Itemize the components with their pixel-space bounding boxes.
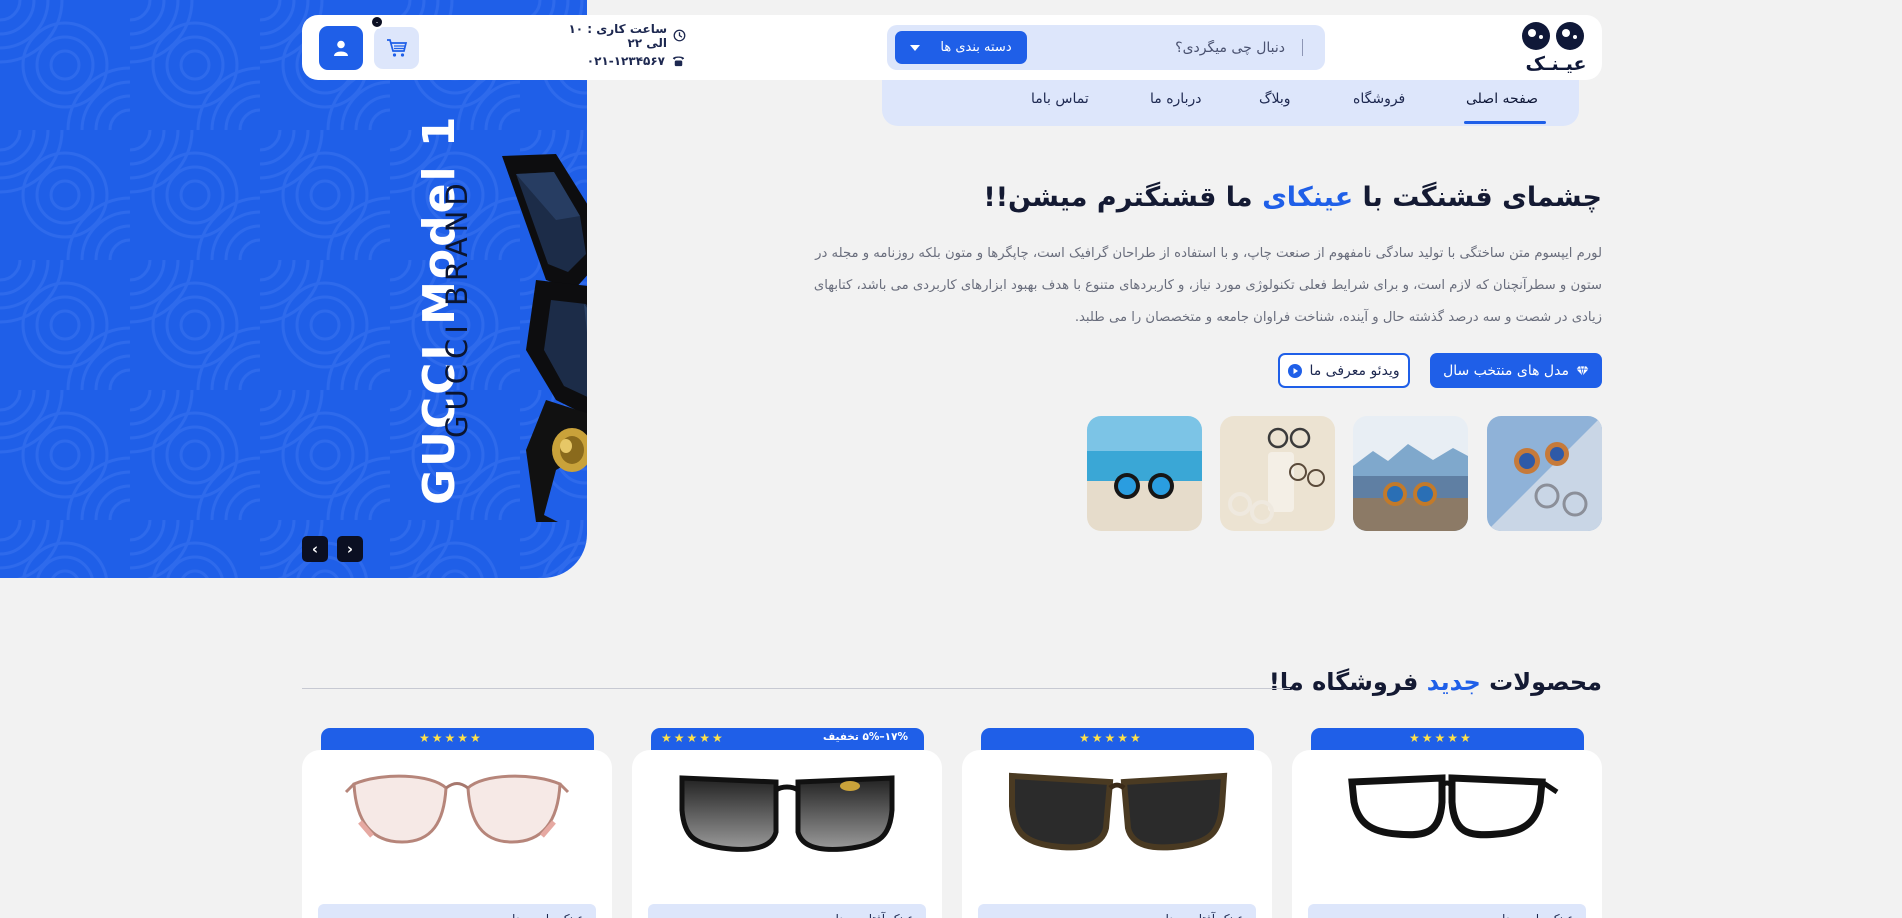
section-divider bbox=[302, 688, 1290, 689]
slider-prev-button[interactable]: ‹ bbox=[302, 536, 328, 562]
new-products-title: محصولات جدید فروشگاه ما! bbox=[1269, 668, 1602, 696]
nav-blog[interactable]: وبلاگ bbox=[1259, 91, 1291, 107]
product-image bbox=[1009, 772, 1228, 851]
site-logo[interactable]: عیـنـک bbox=[1520, 20, 1592, 76]
product-card[interactable]: ★★★★★ ۱۷%–۵% تخفیف عینک آفتابی مدل ... bbox=[632, 728, 942, 918]
featured-models-button[interactable]: مدل های منتخب سال bbox=[1430, 353, 1602, 388]
rating-stars: ★★★★★ bbox=[1409, 731, 1473, 745]
user-icon bbox=[334, 40, 348, 56]
diamond-icon bbox=[1576, 365, 1589, 376]
main-nav: صفحه اصلی فروشگاه وبلاگ درباره ما تماس ب… bbox=[882, 80, 1579, 126]
header: عیـنـک دسته بندی ها ساعت کاری : ۱۰ الی ۲… bbox=[302, 15, 1602, 80]
thumbnail-3[interactable] bbox=[1220, 416, 1335, 531]
category-dropdown-label: دسته بندی ها bbox=[940, 40, 1012, 55]
product-card[interactable]: ★★★★★ عینک طبی مدل ... bbox=[302, 728, 612, 918]
working-hours: ساعت کاری : ۱۰ الی ۲۲ bbox=[568, 21, 668, 50]
category-dropdown-button[interactable]: دسته بندی ها bbox=[895, 31, 1027, 64]
product-body: عینک طبی مدل ... bbox=[302, 750, 612, 918]
thumbnail-image bbox=[1353, 416, 1468, 531]
product-card[interactable]: ★★★★★ عینک آفتابی مدل ... bbox=[962, 728, 1272, 918]
cart-icon bbox=[386, 39, 407, 57]
product-rating-tab: ★★★★★ ۱۷%–۵% تخفیف bbox=[651, 728, 924, 750]
cart-button[interactable] bbox=[374, 27, 419, 69]
product-body: عینک طبی مدل ... bbox=[1292, 750, 1602, 918]
section-title-part1: محصولات bbox=[1480, 668, 1602, 696]
discount-label: ۱۷%–۵% تخفیف bbox=[822, 731, 908, 743]
featured-models-label: مدل های منتخب سال bbox=[1443, 362, 1569, 379]
product-name: عینک آفتابی مدل ... bbox=[648, 904, 926, 918]
gucci-sunglasses-image bbox=[502, 154, 587, 522]
thumbnail-1[interactable] bbox=[1487, 416, 1602, 531]
product-image bbox=[679, 775, 895, 852]
section-title-part2: فروشگاه ما! bbox=[1268, 668, 1427, 696]
intro-video-label: ویدئو معرفی ما bbox=[1309, 362, 1400, 379]
hero-title: چشمای قشنگت با عینکای ما قشنگترم میشن!! bbox=[983, 182, 1602, 213]
slide-caption: GUCCI Model 1 GUCCI BRAND bbox=[376, 115, 476, 505]
nav-home[interactable]: صفحه اصلی bbox=[1466, 91, 1538, 107]
phone-icon bbox=[672, 56, 685, 67]
product-body: عینک آفتابی مدل ... bbox=[632, 750, 942, 918]
product-image bbox=[344, 774, 570, 844]
hero-description: لورم ایپسوم متن ساختگی با تولید سادگی نا… bbox=[813, 246, 1602, 325]
thumbnail-2[interactable] bbox=[1353, 416, 1468, 531]
product-card[interactable]: ★★★★★ عینک طبی مدل ... bbox=[1292, 728, 1602, 918]
hero-title-part1: چشمای قشنگت با bbox=[1353, 182, 1602, 213]
hero-title-part2: ما قشنگترم میشن!! bbox=[983, 182, 1263, 213]
rating-stars: ★★★★★ bbox=[1079, 731, 1143, 745]
user-account-button[interactable] bbox=[319, 26, 363, 70]
intro-video-button[interactable]: ویدئو معرفی ما bbox=[1278, 353, 1410, 388]
phone-number: ۰۲۱-۱۲۳۴۵۶۷ bbox=[586, 53, 665, 68]
hero-title-accent: عینکای bbox=[1262, 182, 1354, 213]
logo-text: عیـنـک bbox=[1525, 53, 1587, 75]
search-input[interactable] bbox=[1075, 25, 1325, 70]
chevron-down-icon bbox=[910, 44, 921, 51]
play-icon bbox=[1288, 363, 1303, 378]
section-title-accent: جدید bbox=[1426, 668, 1481, 696]
rating-stars: ★★★★★ bbox=[661, 731, 725, 745]
slider-next-button[interactable]: › bbox=[337, 536, 363, 562]
nav-contact[interactable]: تماس باما bbox=[1031, 91, 1089, 107]
hero-slider: GUCCI Model 1 GUCCI BRAND ‹ › bbox=[0, 0, 587, 578]
nav-active-indicator bbox=[1464, 121, 1546, 124]
product-rating-tab: ★★★★★ bbox=[1311, 728, 1584, 750]
product-rating-tab: ★★★★★ bbox=[981, 728, 1254, 750]
cart-count-badge: ۰ bbox=[370, 15, 384, 29]
search-divider bbox=[1302, 39, 1303, 56]
rating-stars: ★★★★★ bbox=[419, 731, 483, 745]
nav-about[interactable]: درباره ما bbox=[1150, 91, 1201, 107]
logo-eyes-icon bbox=[1522, 22, 1584, 50]
thumbnail-image bbox=[1087, 416, 1202, 531]
product-rating-tab: ★★★★★ bbox=[321, 728, 594, 750]
contact-info: ساعت کاری : ۱۰ الی ۲۲ ۰۲۱-۱۲۳۴۵۶۷ bbox=[544, 21, 686, 73]
thumbnail-image bbox=[1220, 416, 1335, 531]
nav-shop[interactable]: فروشگاه bbox=[1353, 91, 1405, 107]
product-body: عینک آفتابی مدل ... bbox=[962, 750, 1272, 918]
product-name: عینک طبی مدل ... bbox=[1308, 904, 1586, 918]
thumbnail-image bbox=[1487, 416, 1602, 531]
clock-icon bbox=[673, 29, 686, 42]
product-name: عینک طبی مدل ... bbox=[318, 904, 596, 918]
search-bar: دسته بندی ها bbox=[887, 25, 1325, 70]
thumbnail-4[interactable] bbox=[1087, 416, 1202, 531]
product-name: عینک آفتابی مدل ... bbox=[978, 904, 1256, 918]
product-image bbox=[1348, 774, 1559, 839]
slide-brand-title: GUCCI BRAND bbox=[440, 178, 474, 438]
